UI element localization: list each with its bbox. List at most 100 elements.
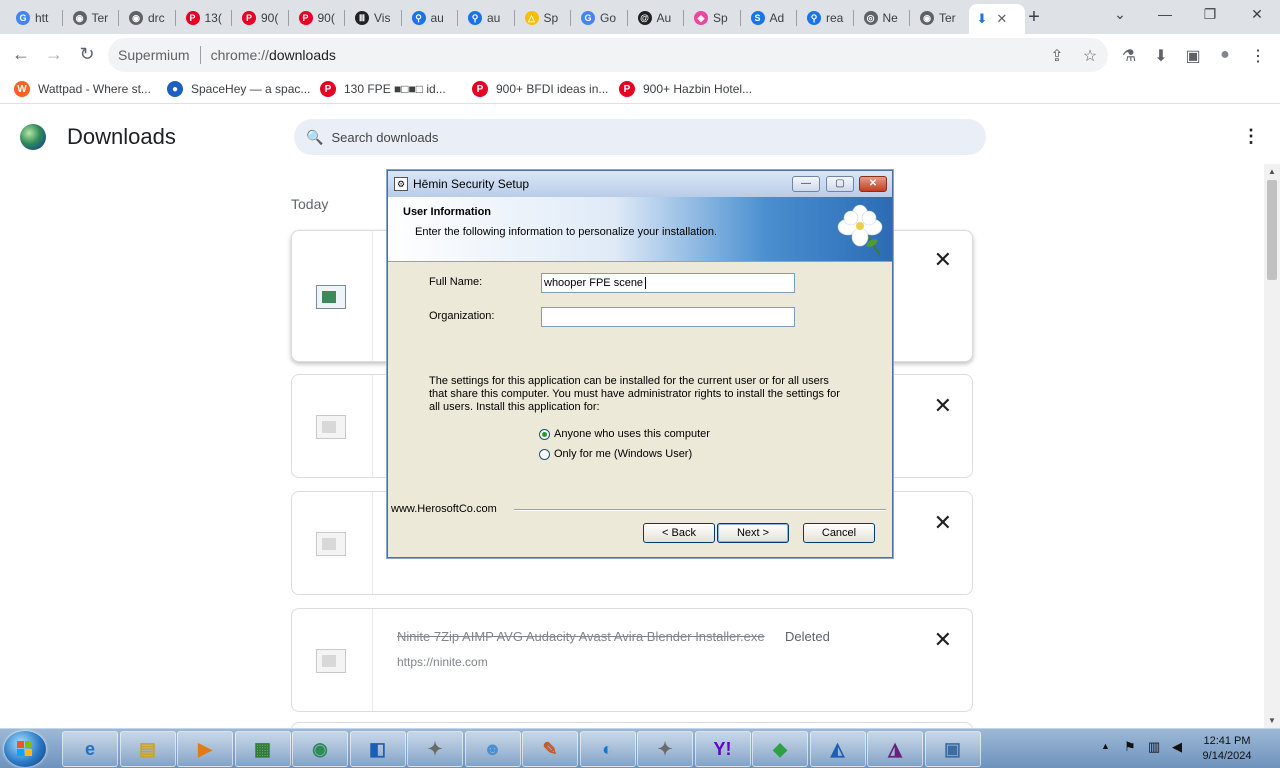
- remove-download-icon[interactable]: ✕: [934, 393, 952, 419]
- taskbar-app-button[interactable]: Y!: [694, 731, 751, 767]
- browser-tab[interactable]: ⚲ au: [460, 4, 513, 32]
- remove-download-icon[interactable]: ✕: [934, 510, 952, 536]
- browser-tab[interactable]: ◎ Ne: [856, 4, 909, 32]
- scroll-up-icon[interactable]: ▲: [1268, 167, 1276, 176]
- browser-brand: Supermium: [118, 47, 190, 63]
- tab-close-icon[interactable]: ✕: [996, 11, 1007, 27]
- tab-separator: [118, 10, 119, 26]
- browser-tab[interactable]: ◉ Ter: [65, 4, 118, 32]
- tab-separator: [570, 10, 571, 26]
- taskbar-app-button[interactable]: ▶: [177, 731, 233, 767]
- taskbar-app-button[interactable]: ✦: [407, 731, 463, 767]
- back-icon[interactable]: ←: [10, 44, 32, 65]
- browser-tab[interactable]: Ghtt: [8, 4, 61, 32]
- download-icon[interactable]: ⬇: [1151, 46, 1171, 66]
- browser-tab[interactable]: P 90(: [234, 4, 287, 32]
- back-button[interactable]: < Back: [643, 523, 715, 543]
- tab-title: Sp: [543, 11, 559, 25]
- taskbar-app-button[interactable]: ▣: [924, 731, 981, 767]
- browser-tab[interactable]: P 13(: [178, 4, 231, 32]
- tray-expand-icon[interactable]: ▲: [1101, 741, 1110, 751]
- profile-icon[interactable]: ●: [1215, 46, 1235, 64]
- action-center-flag-icon[interactable]: ⚑: [1124, 739, 1136, 755]
- browser-tab[interactable]: P 90(: [291, 4, 344, 32]
- radio-anyone-dot[interactable]: [539, 428, 550, 440]
- reload-icon[interactable]: ↻: [76, 44, 98, 65]
- taskbar-app-button[interactable]: ☻: [464, 731, 521, 767]
- start-button[interactable]: [4, 731, 46, 767]
- restore-icon[interactable]: ❐: [1200, 6, 1220, 23]
- browser-tab[interactable]: △ Sp: [517, 4, 570, 32]
- network-icon[interactable]: ▥: [1148, 739, 1160, 755]
- new-tab-button[interactable]: +: [1024, 6, 1044, 29]
- remove-download-icon[interactable]: ✕: [934, 627, 952, 653]
- card-divider: [372, 492, 373, 594]
- browser-tab[interactable]: ◉ Ter: [912, 4, 965, 32]
- taskbar-app-button[interactable]: e: [62, 731, 118, 767]
- taskbar-app-button[interactable]: ✎: [522, 731, 578, 767]
- downloads-menu-icon[interactable]: ⋮: [1242, 126, 1260, 147]
- forward-icon[interactable]: →: [43, 44, 65, 65]
- browser-menu-icon[interactable]: ⋮: [1248, 46, 1268, 66]
- address-bar[interactable]: Supermium chrome://downloads: [108, 38, 1108, 72]
- dialog-close-button[interactable]: ✕: [859, 176, 887, 192]
- bookmarks-bar: W Wattpad - Where st... ● SpaceHey — a spac…: [0, 76, 1280, 104]
- tab-search-icon[interactable]: ⌄: [1110, 6, 1130, 23]
- browser-tab[interactable]: S Ad: [743, 4, 796, 32]
- scroll-down-icon[interactable]: ▼: [1268, 716, 1276, 725]
- page-scrollbar[interactable]: ▲ ▼: [1264, 164, 1280, 728]
- dialog-maximize-button[interactable]: ▢: [826, 176, 854, 192]
- taskbar-app-button[interactable]: ◐: [579, 731, 636, 767]
- dialog-minimize-button[interactable]: —: [792, 176, 820, 192]
- search-placeholder: Search downloads: [331, 129, 439, 145]
- radio-only-me[interactable]: Only for me (Windows User): [539, 448, 692, 460]
- radio-anyone[interactable]: Anyone who uses this computer: [539, 428, 710, 440]
- cancel-button[interactable]: Cancel: [803, 523, 875, 543]
- bookmark-item[interactable]: W Wattpad - Where st...: [14, 81, 151, 97]
- pinterest-icon: P: [472, 81, 488, 97]
- tab-title: au: [487, 11, 501, 25]
- minimize-icon[interactable]: —: [1155, 6, 1175, 22]
- share-icon[interactable]: ⇪: [1047, 46, 1067, 66]
- taskbar-app-button[interactable]: ◉: [292, 731, 348, 767]
- globe-icon: ◉: [72, 11, 87, 25]
- scrollbar-thumb[interactable]: [1267, 180, 1277, 280]
- browser-tab[interactable]: ◈ Sp: [686, 4, 739, 32]
- search-downloads-input[interactable]: 🔍 Search downloads: [294, 119, 986, 155]
- remove-download-icon[interactable]: ✕: [934, 247, 952, 273]
- bookmark-label: 130 FPE ■□■□ id...: [344, 82, 446, 96]
- organization-field[interactable]: [541, 307, 795, 327]
- taskbar-app-button[interactable]: ◧: [349, 731, 406, 767]
- url-scheme: chrome://: [210, 47, 269, 63]
- side-panel-icon[interactable]: ▣: [1183, 46, 1203, 66]
- downloads-logo-icon: [20, 124, 46, 150]
- browser-tab[interactable]: G Go: [573, 4, 626, 32]
- active-tab-downloads[interactable]: ⬇ ✕: [968, 4, 1025, 34]
- drive-icon: △: [524, 11, 539, 25]
- extension-icon[interactable]: ⚗: [1119, 46, 1139, 66]
- taskbar-app-button[interactable]: ▤: [119, 731, 176, 767]
- bookmark-item[interactable]: P 900+ Hazbin Hotel...: [619, 81, 752, 97]
- browser-tab[interactable]: @ Au: [630, 4, 683, 32]
- system-clock[interactable]: 12:41 PM 9/14/2024: [1196, 734, 1258, 764]
- radio-only-me-dot[interactable]: [539, 448, 550, 460]
- download-source-url[interactable]: https://ninite.com: [397, 655, 488, 669]
- taskbar-app-button[interactable]: ◆: [752, 731, 808, 767]
- bookmark-item[interactable]: ● SpaceHey — a spac...: [167, 81, 310, 97]
- browser-tab[interactable]: ◉ drc: [121, 4, 174, 32]
- browser-tab[interactable]: ⚲ au: [404, 4, 457, 32]
- bookmark-item[interactable]: P 130 FPE ■□■□ id...: [320, 81, 446, 97]
- taskbar-app-button[interactable]: ▦: [234, 731, 291, 767]
- browser-tab[interactable]: Ⅲ Vis: [347, 4, 400, 32]
- bookmark-star-icon[interactable]: ☆: [1080, 46, 1100, 66]
- next-button[interactable]: Next >: [717, 523, 789, 543]
- bookmark-item[interactable]: P 900+ BFDI ideas in...: [472, 81, 608, 97]
- taskbar-app-button[interactable]: ◮: [867, 731, 923, 767]
- download-filename[interactable]: Ninite 7Zip AIMP AVG Audacity Avast Avir…: [397, 629, 765, 644]
- full-name-field[interactable]: whooper FPE scene: [541, 273, 795, 293]
- browser-tab[interactable]: ⚲ rea: [799, 4, 852, 32]
- window-close-icon[interactable]: ✕: [1247, 6, 1267, 23]
- volume-muted-icon[interactable]: ◀: [1172, 739, 1182, 755]
- taskbar-app-button[interactable]: ◭: [809, 731, 866, 767]
- taskbar-app-button[interactable]: ✦: [637, 731, 693, 767]
